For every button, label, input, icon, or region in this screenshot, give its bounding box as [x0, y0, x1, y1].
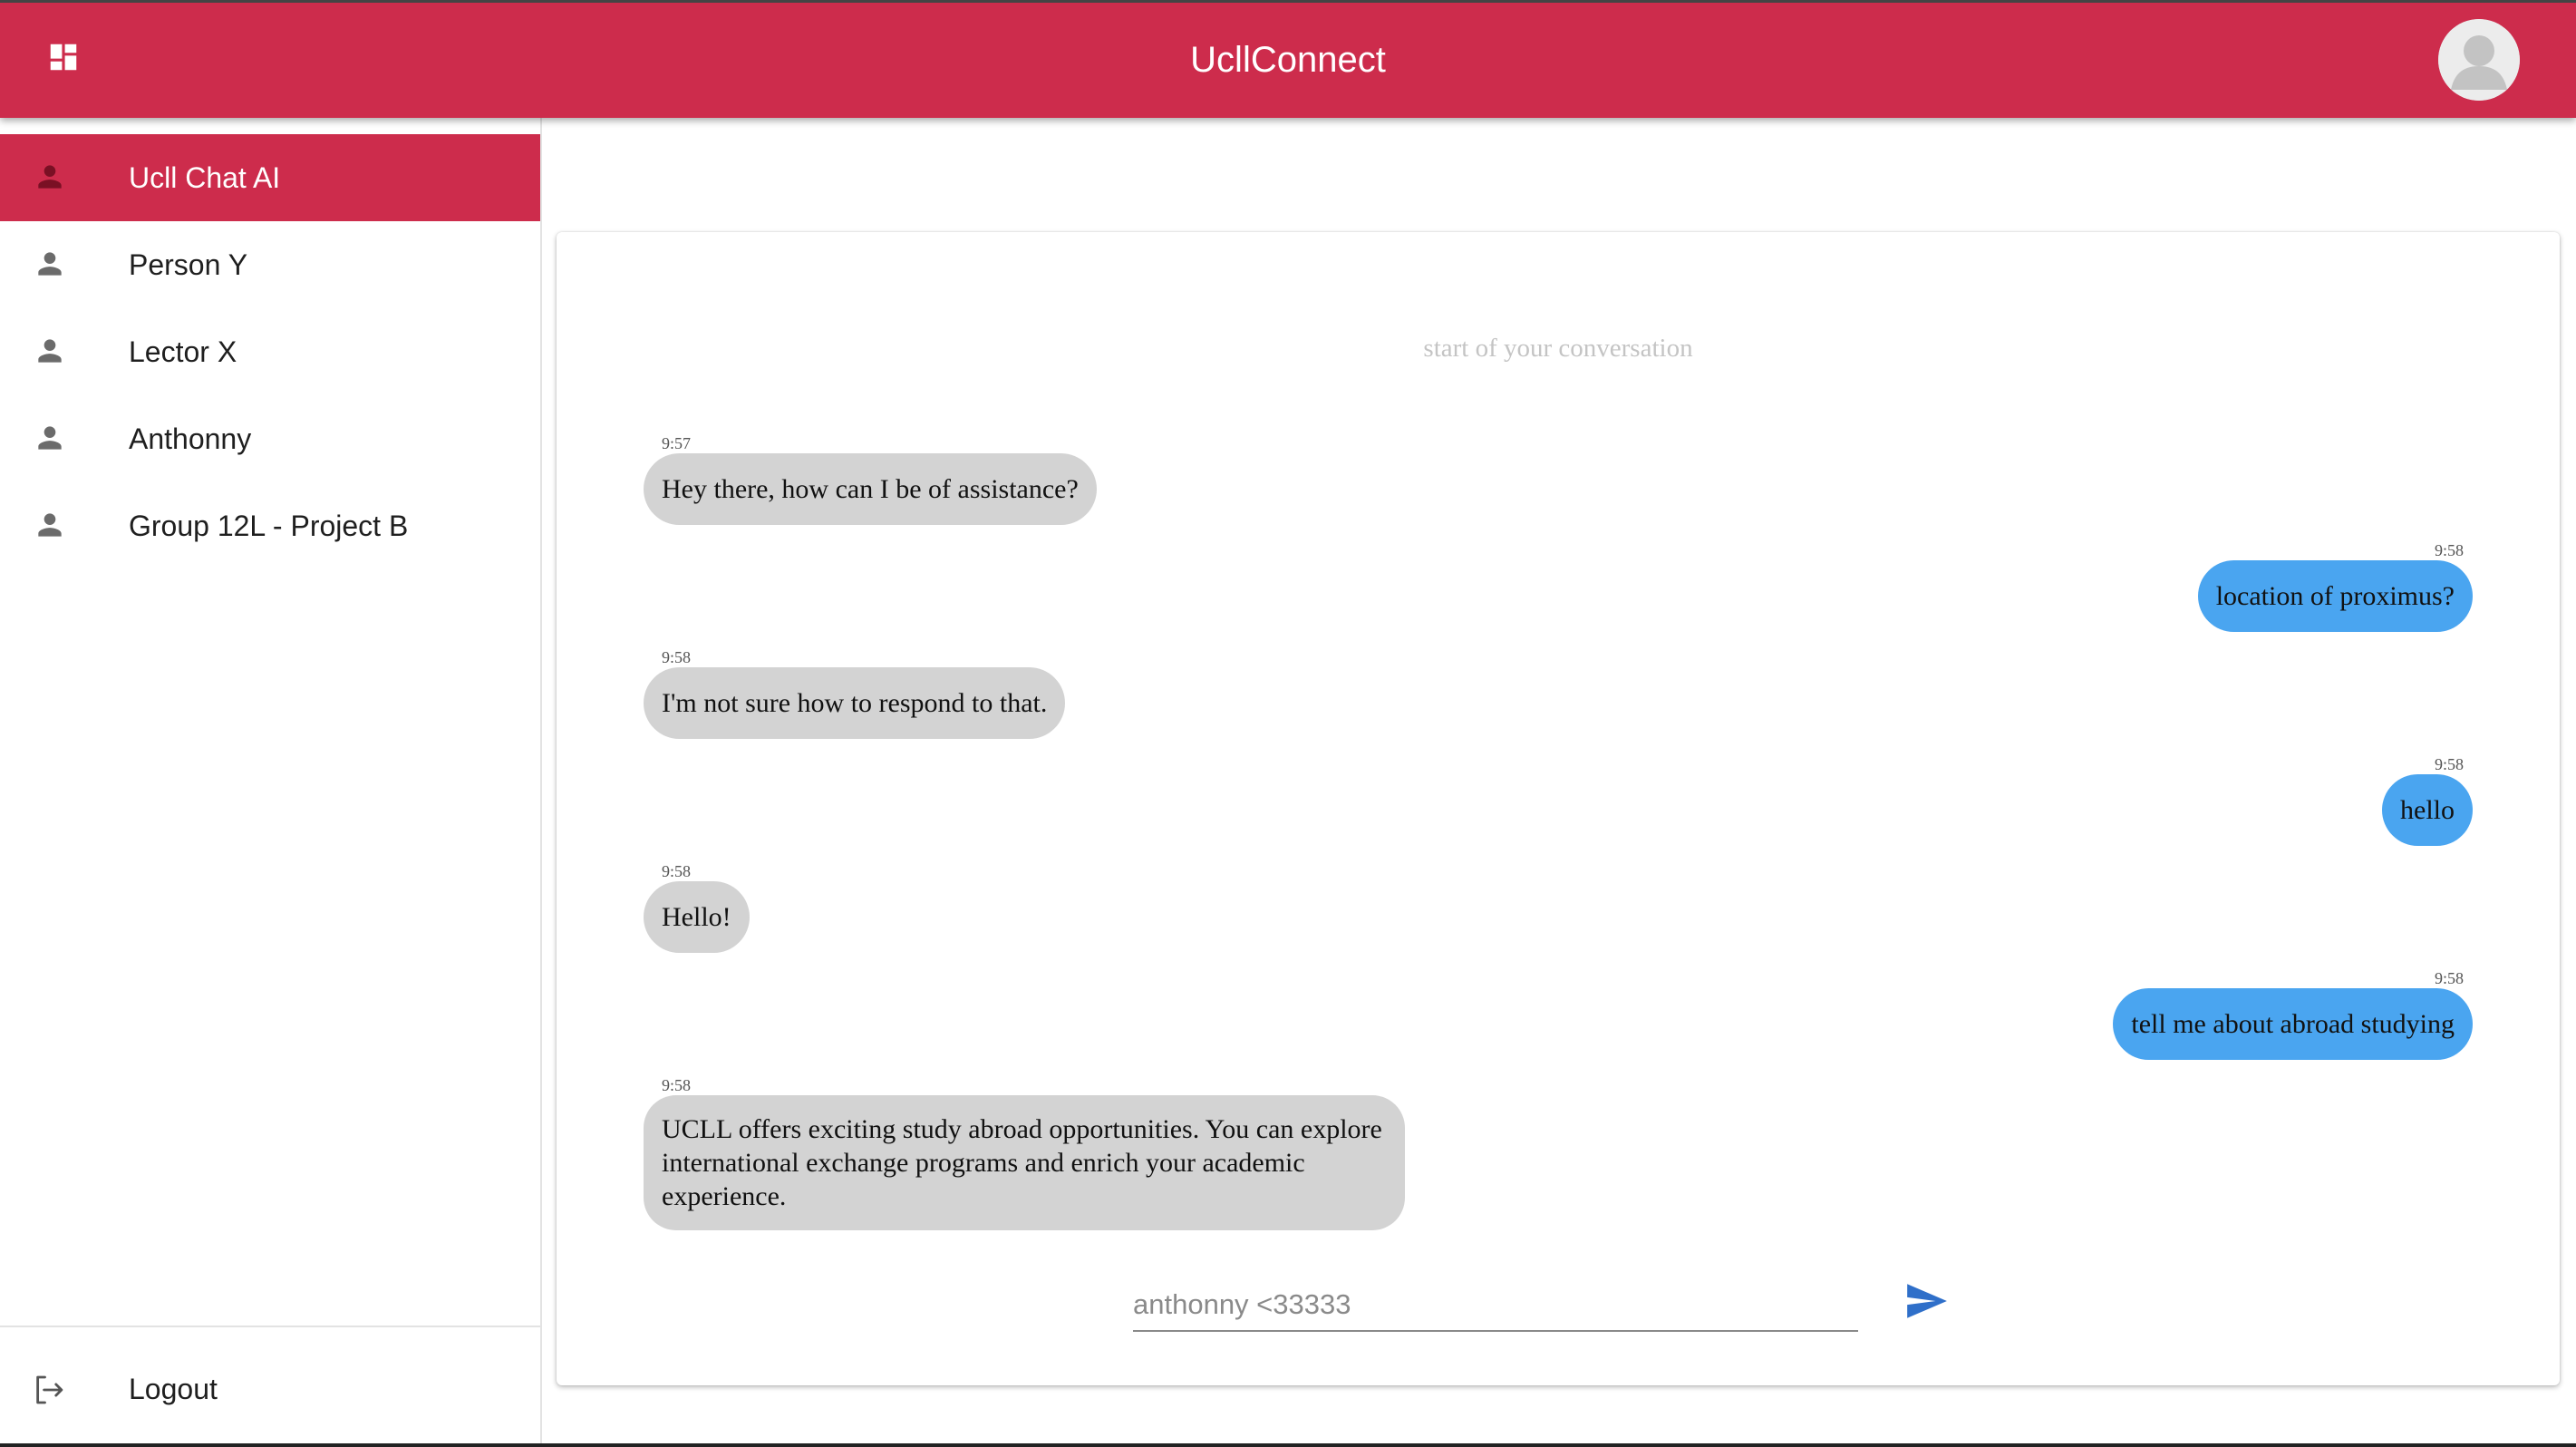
- app-header: UcllConnect: [0, 0, 2576, 118]
- sidebar-item-anthonny[interactable]: Anthonny: [0, 395, 540, 482]
- user-avatar-icon[interactable]: [2438, 19, 2520, 101]
- message-bubble: UCLL offers exciting study abroad opport…: [644, 1095, 1405, 1230]
- person-icon: [33, 160, 67, 194]
- conversation-start-label: start of your conversation: [1423, 334, 1693, 363]
- message-bubble: location of proximus?: [2197, 560, 2473, 632]
- logout-button[interactable]: Logout: [0, 1345, 540, 1432]
- sidebar-item-label: Lector X: [129, 335, 237, 368]
- message-bubble: I'm not sure how to respond to that.: [644, 667, 1066, 739]
- message-time: 9:58: [2434, 969, 2464, 987]
- received-message: 9:57 Hey there, how can I be of assistan…: [644, 433, 1097, 525]
- sent-message: 9:58 hello: [2382, 754, 2473, 846]
- sent-message: 9:58 tell me about abroad studying: [2113, 968, 2473, 1060]
- message-time: 9:58: [2434, 755, 2464, 773]
- received-message: 9:58 UCLL offers exciting study abroad o…: [644, 1075, 1405, 1230]
- app-title: UcllConnect: [1190, 40, 1386, 80]
- message-time: 9:58: [662, 648, 692, 666]
- received-message: 9:58 Hello!: [644, 861, 750, 953]
- sidebar-item-lector-x[interactable]: Lector X: [0, 308, 540, 395]
- sidebar-item-label: Group 12L - Project B: [129, 510, 409, 542]
- contact-list: Ucll Chat AI Person Y Lector X Anthonny …: [0, 134, 540, 569]
- received-message: 9:58 I'm not sure how to respond to that…: [644, 647, 1066, 739]
- message-bubble: tell me about abroad studying: [2113, 988, 2473, 1060]
- logout-label: Logout: [129, 1373, 218, 1405]
- message-input[interactable]: [1133, 1279, 1858, 1332]
- sidebar-divider: [0, 1326, 540, 1327]
- sidebar-item-group-12l[interactable]: Group 12L - Project B: [0, 482, 540, 569]
- message-time: 9:58: [662, 862, 692, 880]
- sidebar-item-label: Anthonny: [129, 422, 252, 455]
- send-icon[interactable]: [1903, 1278, 1949, 1324]
- sidebar-item-label: Person Y: [129, 248, 248, 281]
- person-icon: [33, 247, 67, 281]
- message-bubble: Hey there, how can I be of assistance?: [644, 453, 1097, 525]
- message-time: 9:57: [662, 434, 692, 452]
- sidebar-item-person-y[interactable]: Person Y: [0, 221, 540, 308]
- message-time: 9:58: [2434, 541, 2464, 559]
- message-bubble: hello: [2382, 774, 2473, 846]
- message-bubble: Hello!: [644, 881, 750, 953]
- person-icon: [33, 334, 67, 368]
- logout-icon: [29, 1371, 67, 1409]
- message-time: 9:58: [662, 1076, 692, 1094]
- person-icon: [33, 508, 67, 542]
- sent-message: 9:58 location of proximus?: [2197, 540, 2473, 632]
- person-icon: [33, 421, 67, 455]
- chat-panel: start of your conversation 9:57 Hey ther…: [557, 232, 2560, 1385]
- sidebar-item-ucll-chat-ai[interactable]: Ucll Chat AI: [0, 134, 540, 221]
- sidebar: Ucll Chat AI Person Y Lector X Anthonny …: [0, 118, 542, 1447]
- sidebar-item-label: Ucll Chat AI: [129, 161, 281, 194]
